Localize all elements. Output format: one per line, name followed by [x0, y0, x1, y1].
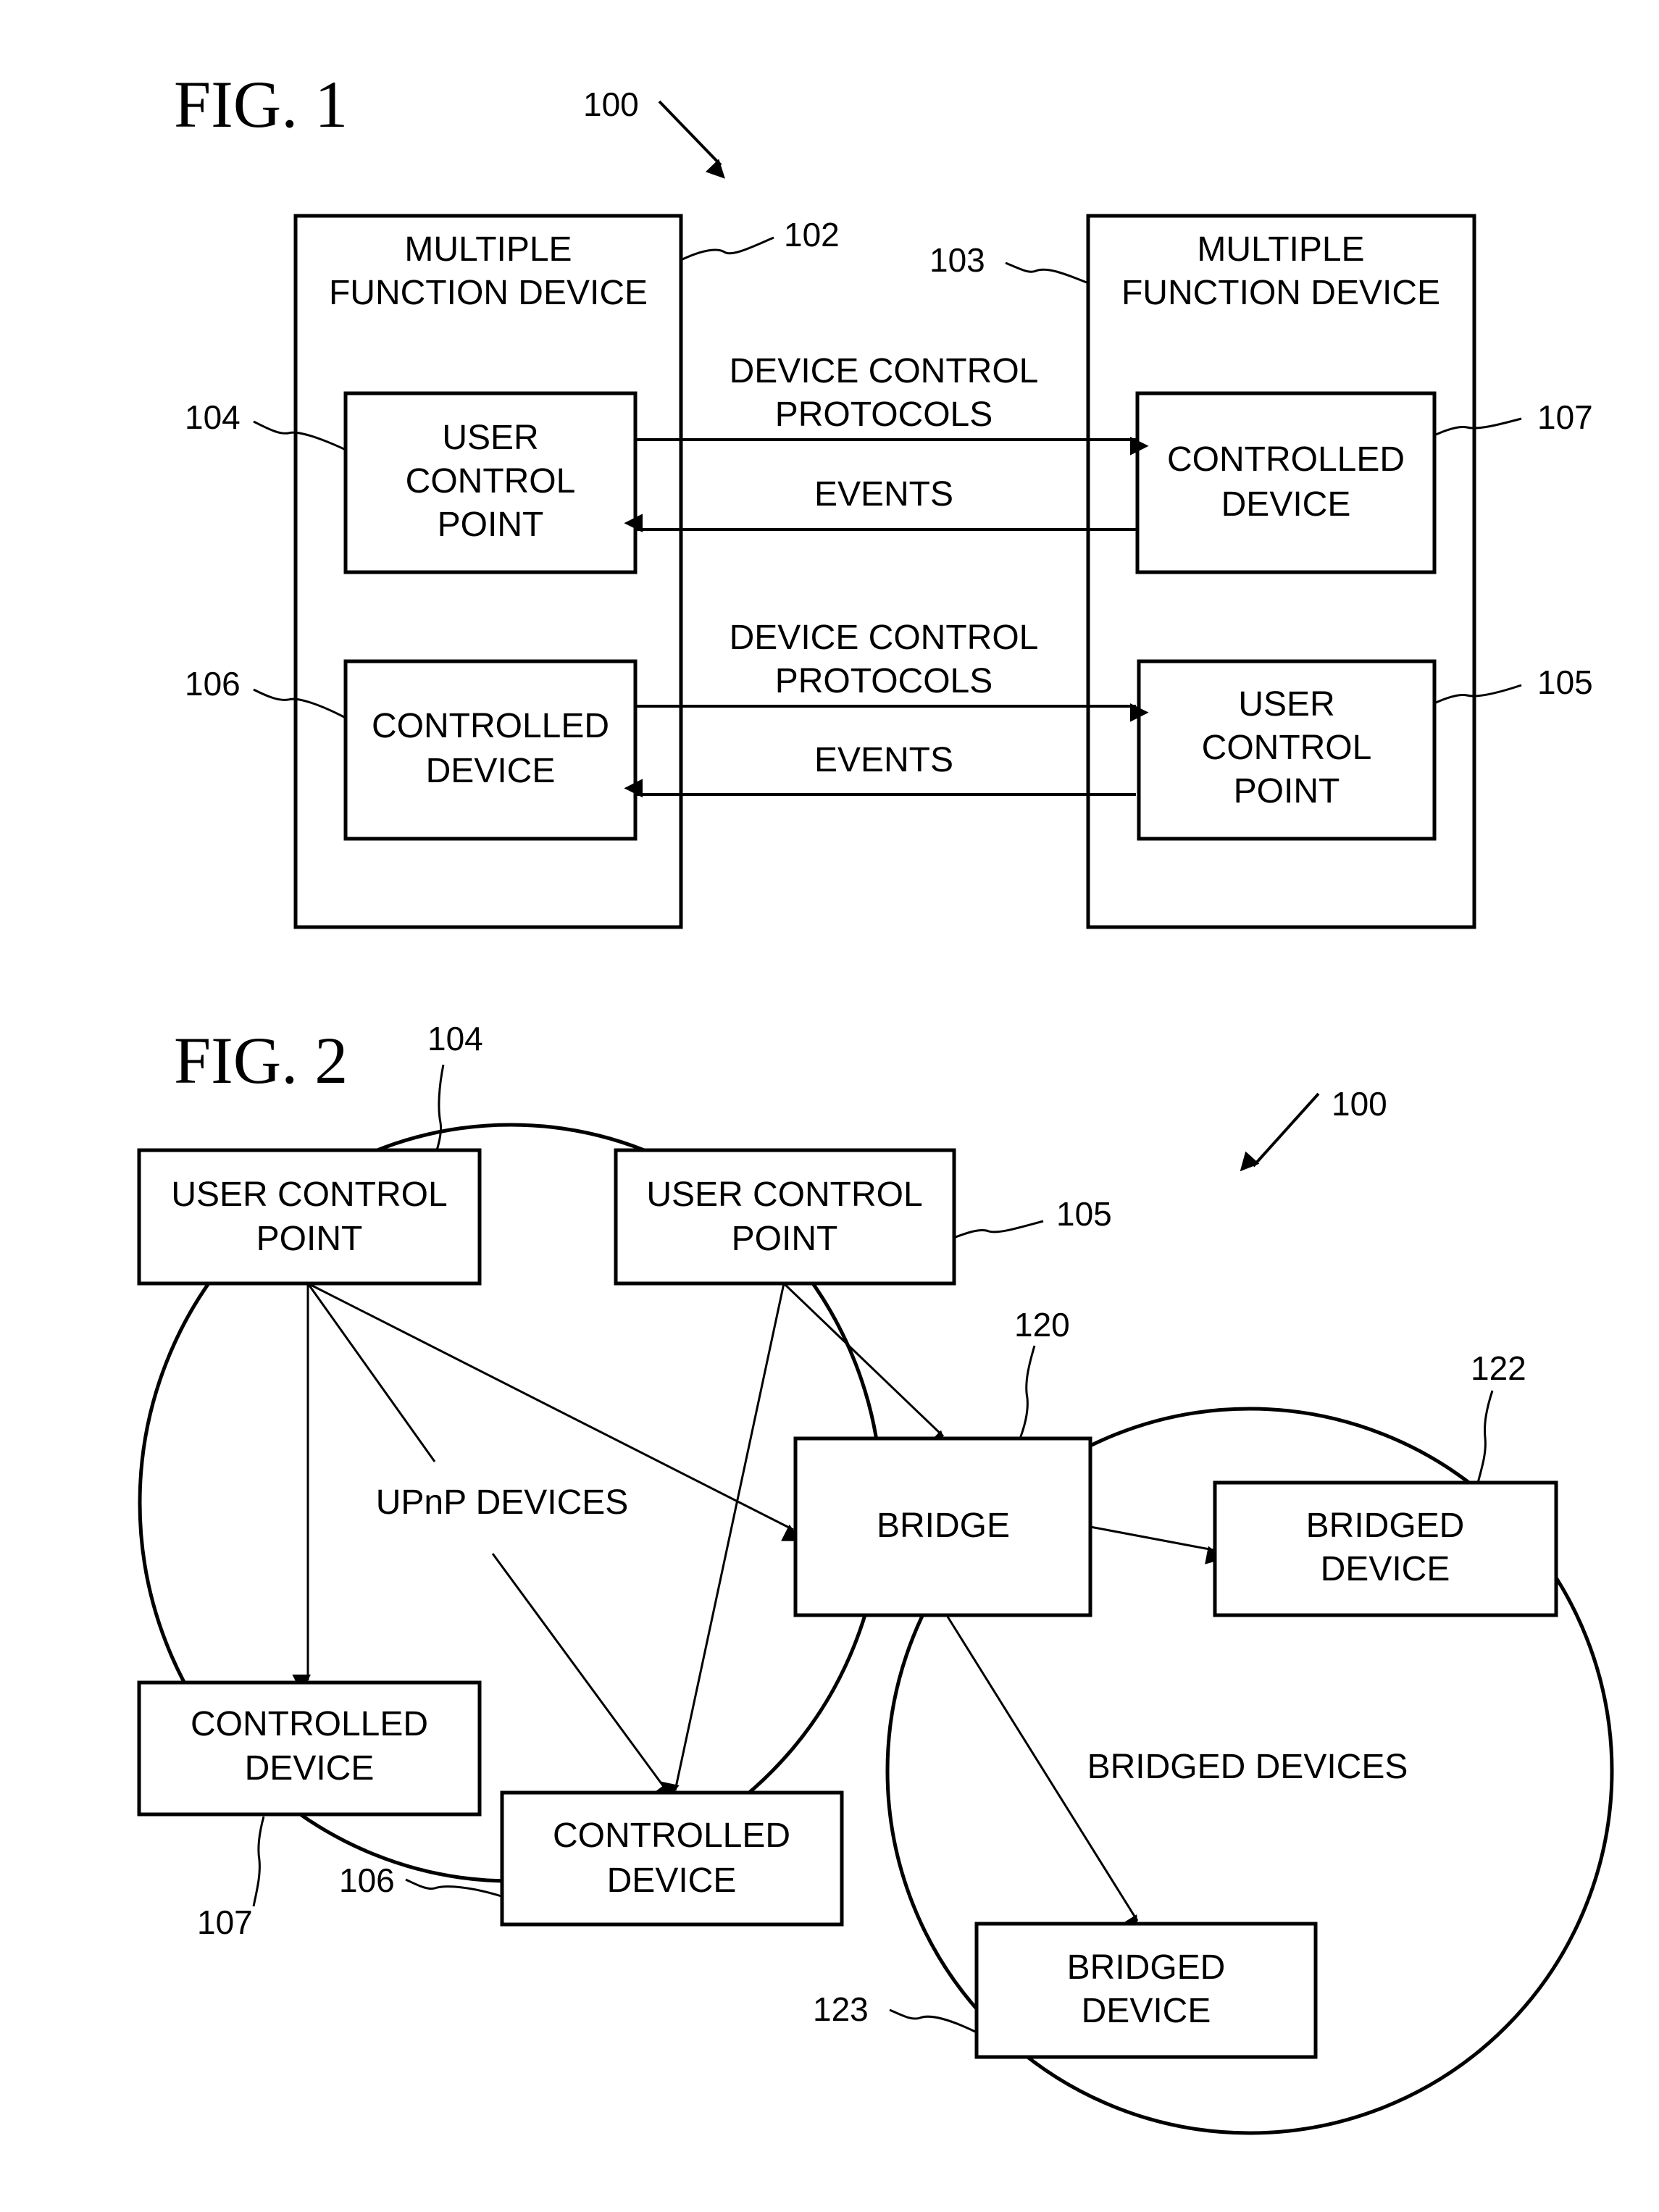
fig2-system-ref-arrow	[1240, 1092, 1320, 1172]
upnp-devices-group-label: UPnP DEVICES	[376, 1483, 629, 1522]
fig2-ucp-105-box	[614, 1148, 956, 1286]
fig1-cd-107-line1: CONTROLLED	[1167, 440, 1405, 479]
fig1-mfd-102-label-line1: MULTIPLE	[404, 230, 572, 269]
fig2-bridged-123-leader	[889, 2008, 976, 2033]
fig1-ucp-105-leader	[1435, 684, 1522, 704]
figure-1: FIG. 1 100 MULTIPLE FUNCTION DEVICE 102 …	[174, 67, 1593, 929]
fig2-cd-106-box	[500, 1790, 844, 1927]
fig1-mfd-103-label-line2: FUNCTION DEVICE	[1121, 274, 1440, 312]
fig2-bridge-label: BRIDGE	[877, 1507, 1010, 1545]
fig2-ucp-105-line1: USER CONTROL	[646, 1176, 922, 1214]
fig1-mfd-103-label-line1: MULTIPLE	[1197, 230, 1364, 269]
fig2-bridged-123-ref: 123	[813, 1990, 869, 2028]
fig1-bottom-protocols-line2: PROTOCOLS	[775, 662, 993, 700]
fig1-ucp-104-line1: USER	[442, 419, 538, 457]
fig2-upnp-label-to-cd106-arrow	[491, 1553, 669, 1805]
figure-2: FIG. 2 100 USER CONTROL POINT 104 USER C…	[137, 1020, 1614, 2135]
fig1-bottom-events-label: EVENTS	[814, 741, 953, 779]
fig1-ucp-104-line3: POINT	[438, 506, 544, 544]
fig1-cd-106-leader	[253, 688, 345, 719]
fig2-cd-106-ref: 106	[339, 1861, 395, 1899]
fig2-cd-106-line1: CONTROLLED	[553, 1817, 790, 1855]
fig2-cd-107-leader	[252, 1816, 265, 1907]
fig1-cd-106-line2: DEVICE	[426, 752, 556, 790]
fig2-cd-107-box	[137, 1680, 482, 1817]
fig1-mfd-102-leader	[682, 236, 774, 261]
fig2-ucp105-to-cd106-arrow	[661, 1283, 785, 1802]
fig2-bridged-122-ref: 122	[1471, 1349, 1526, 1387]
fig2-cd-107-line1: CONTROLLED	[191, 1705, 428, 1743]
fig2-ucp-104-line2: POINT	[256, 1220, 363, 1258]
fig2-bridged-123-line2: DEVICE	[1082, 1992, 1211, 2030]
fig1-mfd-103-leader	[1005, 261, 1087, 284]
fig1-system-ref-arrow	[658, 100, 725, 179]
fig2-ucp-105-ref: 105	[1056, 1195, 1112, 1233]
fig2-bridge-leader	[1019, 1345, 1036, 1439]
fig2-bridge-ref: 120	[1014, 1306, 1070, 1344]
fig1-mfd-103-ref: 103	[929, 241, 985, 279]
fig2-cd-107-ref: 107	[197, 1903, 253, 1941]
fig2-system-ref: 100	[1332, 1085, 1387, 1123]
fig1-ucp-105-line3: POINT	[1234, 772, 1340, 810]
fig2-bridged-122-box	[1213, 1480, 1558, 1617]
fig1-mfd-102-ref: 102	[784, 216, 840, 254]
fig2-ucp-104-box	[137, 1148, 482, 1286]
fig2-cd-107-line2: DEVICE	[245, 1749, 375, 1788]
bridged-devices-group-label: BRIDGED DEVICES	[1087, 1748, 1408, 1786]
fig1-ucp-105-ref: 105	[1537, 663, 1593, 701]
fig1-cd-106-ref: 106	[185, 665, 241, 703]
fig2-bridged-122-line1: BRIDGED	[1306, 1507, 1465, 1545]
fig2-title: FIG. 2	[174, 1023, 348, 1097]
fig1-ucp-104-leader	[253, 420, 345, 451]
fig2-ucp-105-line2: POINT	[732, 1220, 838, 1258]
fig2-ucp-104-leader	[435, 1064, 445, 1151]
fig1-top-protocols-line2: PROTOCOLS	[775, 395, 993, 434]
fig1-cd-107-leader	[1435, 417, 1522, 436]
fig1-cd-106-line1: CONTROLLED	[372, 707, 609, 745]
patent-drawing-sheet: FIG. 1 100 MULTIPLE FUNCTION DEVICE 102 …	[137, 67, 1614, 2135]
fig2-bridged-122-line2: DEVICE	[1321, 1550, 1450, 1588]
fig2-ucp104-to-upnp-label-line	[306, 1283, 436, 1462]
fig2-ucp-104-ref: 104	[427, 1020, 483, 1057]
fig2-bridged-123-box	[974, 1922, 1318, 2059]
fig1-cd-107-line2: DEVICE	[1221, 485, 1351, 524]
fig1-bottom-protocols-line1: DEVICE CONTROL	[730, 619, 1039, 657]
fig2-ucp-105-leader	[955, 1220, 1044, 1239]
fig1-title: FIG. 1	[174, 67, 348, 141]
fig2-ucp105-to-bridge-arrow	[782, 1282, 948, 1450]
fig1-ucp-105-line1: USER	[1238, 685, 1334, 724]
fig2-bridged-122-leader	[1476, 1390, 1494, 1483]
fig1-cd-106-box	[343, 659, 638, 841]
fig1-system-ref: 100	[583, 85, 639, 123]
fig2-bridge-to-bridged122-arrow	[1090, 1525, 1225, 1564]
fig1-top-events-label: EVENTS	[814, 475, 953, 514]
fig2-cd-106-line2: DEVICE	[607, 1861, 737, 1900]
fig2-ucp-104-line1: USER CONTROL	[171, 1176, 447, 1214]
fig1-ucp-105-line2: CONTROL	[1202, 729, 1372, 767]
fig1-top-protocols-line1: DEVICE CONTROL	[730, 352, 1039, 390]
fig1-mfd-102-label-line2: FUNCTION DEVICE	[329, 274, 648, 312]
fig1-ucp-104-ref: 104	[185, 398, 241, 436]
fig1-cd-107-ref: 107	[1537, 398, 1593, 436]
fig1-cd-107-box	[1135, 391, 1437, 574]
fig2-bridged-123-line1: BRIDGED	[1067, 1948, 1226, 1987]
fig1-ucp-104-line2: CONTROL	[406, 462, 576, 500]
